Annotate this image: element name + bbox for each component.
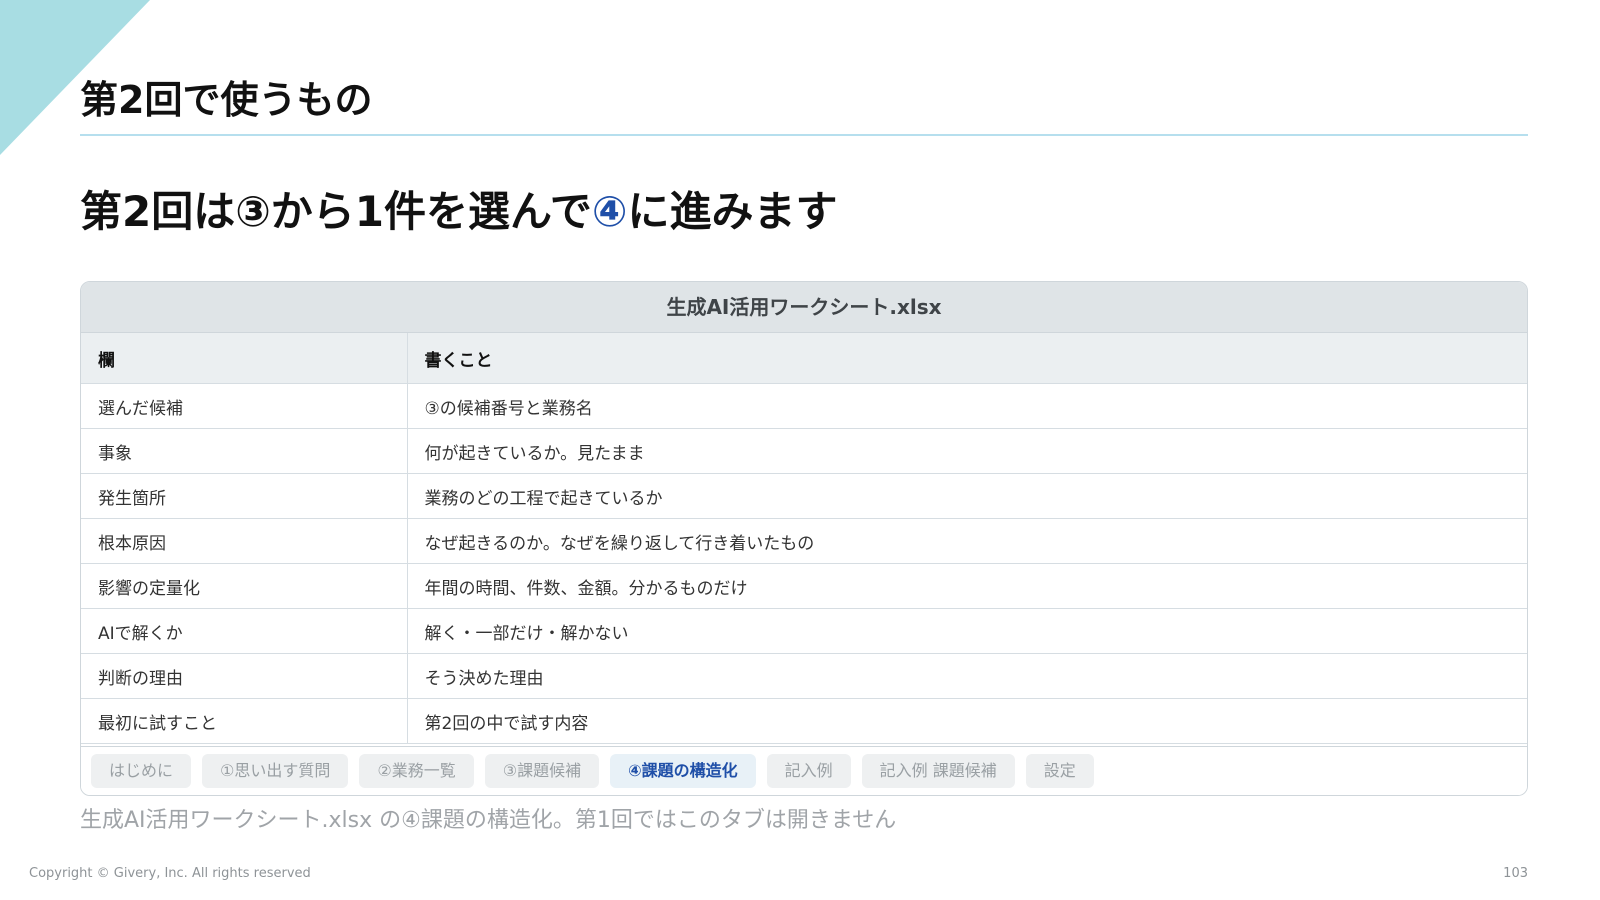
- spreadsheet-filename: 生成AI活用ワークシート.xlsx: [81, 282, 1527, 333]
- spreadsheet-window: 生成AI活用ワークシート.xlsx 欄 書くこと 選んだ候補 ③の候補番号と業務名…: [80, 281, 1528, 796]
- tab-issue-structuring[interactable]: ④課題の構造化: [610, 754, 756, 788]
- cell-field[interactable]: 最初に試すこと: [81, 698, 408, 744]
- table-row: 最初に試すこと 第2回の中で試す内容: [81, 698, 1527, 744]
- cell-content[interactable]: 年間の時間、件数、金額。分かるものだけ: [407, 563, 1527, 609]
- cell-content[interactable]: 業務のどの工程で起きているか: [407, 473, 1527, 519]
- tab-settings[interactable]: 設定: [1025, 754, 1094, 788]
- headline-accent-tab-number: ④: [591, 187, 628, 236]
- column-header-field[interactable]: 欄: [81, 333, 408, 384]
- worksheet-table: 欄 書くこと 選んだ候補 ③の候補番号と業務名 事象 何が起きているか。見たまま 発…: [81, 333, 1527, 744]
- table-row: 発生箇所 業務のどの工程で起きているか: [81, 473, 1527, 519]
- cell-field[interactable]: 判断の理由: [81, 653, 408, 699]
- cell-content[interactable]: そう決めた理由: [407, 653, 1527, 699]
- tab-recall-questions[interactable]: ①思い出す質問: [202, 754, 349, 788]
- copyright-footer: Copyright © Givery, Inc. All rights rese…: [29, 866, 311, 881]
- cell-field[interactable]: 事象: [81, 428, 408, 474]
- cell-content[interactable]: ③の候補番号と業務名: [407, 383, 1527, 429]
- tab-intro[interactable]: はじめに: [91, 754, 192, 788]
- title-divider: [80, 134, 1528, 136]
- column-header-content[interactable]: 書くこと: [407, 333, 1527, 384]
- cell-content[interactable]: 何が起きているか。見たまま: [407, 428, 1527, 474]
- tab-issue-candidates[interactable]: ③課題候補: [484, 754, 600, 788]
- cell-field[interactable]: AIで解くか: [81, 608, 408, 654]
- tab-example[interactable]: 記入例: [766, 754, 851, 788]
- table-row: 選んだ候補 ③の候補番号と業務名: [81, 383, 1527, 429]
- table-row: 根本原因 なぜ起きるのか。なぜを繰り返して行き着いたもの: [81, 518, 1527, 564]
- table-row: 事象 何が起きているか。見たまま: [81, 428, 1527, 474]
- tab-task-list[interactable]: ②業務一覧: [359, 754, 474, 788]
- sheet-tab-bar: はじめに ①思い出す質問 ②業務一覧 ③課題候補 ④課題の構造化 記入例 記入例…: [81, 746, 1527, 795]
- cell-field[interactable]: 選んだ候補: [81, 383, 408, 429]
- cell-field[interactable]: 根本原因: [81, 518, 408, 564]
- table-row: 影響の定量化 年間の時間、件数、金額。分かるものだけ: [81, 563, 1527, 609]
- headline-part-1: 第2回は③から1件を選んで: [80, 187, 592, 236]
- tab-example-issue-candidates[interactable]: 記入例 課題候補: [861, 754, 1015, 788]
- table-row: 判断の理由 そう決めた理由: [81, 653, 1527, 699]
- headline: 第2回は③から1件を選んで④に進みます: [80, 180, 838, 244]
- table-row: AIで解くか 解く・一部だけ・解かない: [81, 608, 1527, 654]
- cell-content[interactable]: なぜ起きるのか。なぜを繰り返して行き着いたもの: [407, 518, 1527, 564]
- headline-part-2: に進みます: [627, 187, 838, 236]
- cell-content[interactable]: 第2回の中で試す内容: [407, 698, 1527, 744]
- page-number: 103: [1503, 866, 1528, 881]
- figure-caption: 生成AI活用ワークシート.xlsx の④課題の構造化。第1回ではこのタブは開きま…: [80, 808, 897, 833]
- cell-field[interactable]: 影響の定量化: [81, 563, 408, 609]
- cell-content[interactable]: 解く・一部だけ・解かない: [407, 608, 1527, 654]
- header-row: 欄 書くこと: [81, 333, 1527, 384]
- cell-field[interactable]: 発生箇所: [81, 473, 408, 519]
- page-title: 第2回で使うもの: [80, 78, 373, 122]
